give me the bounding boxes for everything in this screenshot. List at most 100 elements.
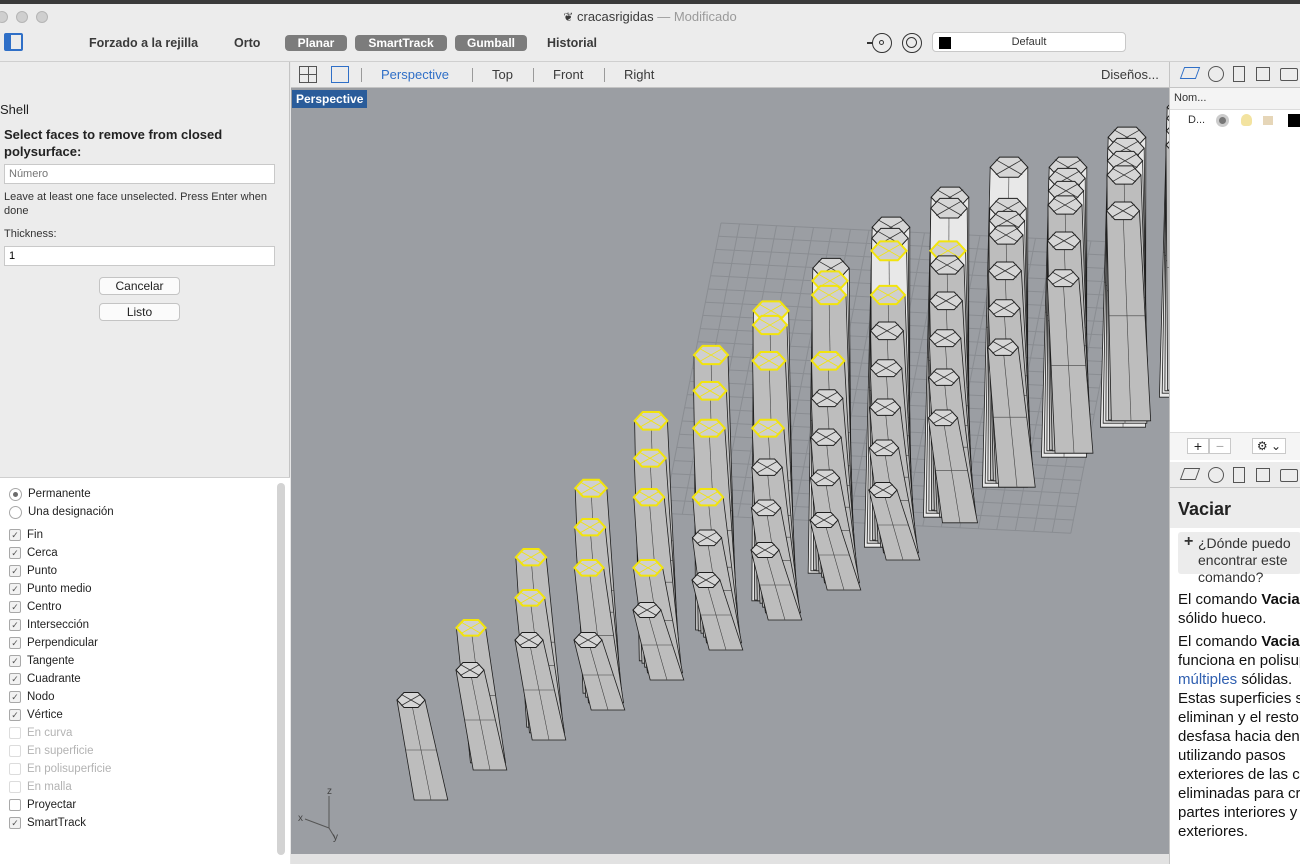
help-line: desfasa hacia dentro <box>1178 728 1300 745</box>
osnap-item[interactable]: ✓ Punto medio <box>9 581 92 597</box>
record-history-icon[interactable] <box>902 33 922 53</box>
checkbox-icon[interactable]: ✓ <box>9 691 21 703</box>
done-button[interactable]: Listo <box>99 303 180 321</box>
tab-perspective[interactable]: Perspective <box>381 67 449 82</box>
camera-icon[interactable] <box>1280 68 1298 81</box>
layouts-button[interactable]: Diseños... <box>1101 67 1159 82</box>
osnap-mode-label: Permanente <box>28 488 91 500</box>
osnap-item-label: Cuadrante <box>27 673 81 685</box>
model-canvas[interactable]: z x y <box>291 88 1169 854</box>
help-line: eliminadas para crear <box>1178 785 1300 802</box>
osnap-item[interactable]: ✓ Perpendicular <box>9 635 98 651</box>
radio-icon[interactable] <box>9 487 22 501</box>
layer-column-header[interactable]: Nom... <box>1170 88 1300 110</box>
osnap-item[interactable]: ✓ Vértice <box>9 707 63 723</box>
tab-front[interactable]: Front <box>553 67 583 82</box>
box-icon[interactable] <box>1256 67 1270 81</box>
z-axis-label: z <box>327 786 332 797</box>
sidebar-toggle-icon[interactable] <box>4 33 23 51</box>
checkbox-icon[interactable]: ✓ <box>9 583 21 595</box>
osnap-item[interactable]: ✓ Fin <box>9 527 43 543</box>
where-to-find-button[interactable]: + ¿Dónde puedo encontrar este comando? <box>1178 532 1300 585</box>
single-view-layout-icon[interactable] <box>331 66 349 83</box>
checkbox-icon[interactable]: ✓ <box>9 637 21 649</box>
osnap-item[interactable]: ✓ Nodo <box>9 689 55 705</box>
perspective-viewport[interactable]: z x y Perspective <box>291 88 1169 854</box>
gear-icon[interactable]: ⚙ ⌄ <box>1252 438 1286 454</box>
help-link[interactable]: múltiples <box>1178 671 1237 688</box>
help-line: sólido hueco. <box>1178 610 1267 627</box>
osnap-item[interactable]: ✓ SmartTrack <box>9 815 86 831</box>
osnap-item[interactable]: Proyectar <box>9 797 76 813</box>
cancel-button[interactable]: Cancelar <box>99 277 180 295</box>
y-axis-label: y <box>333 832 338 843</box>
radio-icon[interactable] <box>9 505 22 519</box>
four-view-layout-icon[interactable] <box>299 66 317 83</box>
number-input[interactable] <box>4 164 275 184</box>
box-icon[interactable] <box>1256 468 1270 482</box>
osnap-target-icon[interactable] <box>867 33 892 53</box>
checkbox-icon[interactable] <box>9 763 21 775</box>
layers-icon[interactable] <box>1179 468 1201 480</box>
osnap-item-label: Tangente <box>27 655 75 667</box>
tab-right[interactable]: Right <box>624 67 654 82</box>
checkbox-icon[interactable]: ✓ <box>9 817 21 829</box>
remove-layer-button[interactable]: − <box>1209 438 1231 454</box>
gumball-toggle[interactable]: Gumball <box>455 35 527 51</box>
checkbox-icon[interactable]: ✓ <box>9 565 21 577</box>
shell-model[interactable] <box>396 88 1169 801</box>
help-line: utilizando pasos <box>1178 747 1286 764</box>
osnap-mode-0[interactable]: Permanente <box>9 486 91 502</box>
checkbox-icon[interactable]: ✓ <box>9 619 21 631</box>
osnap-scrollbar[interactable] <box>277 483 285 855</box>
osnap-item[interactable]: ✓ Centro <box>9 599 62 615</box>
osnap-item[interactable]: ✓ Cuadrante <box>9 671 81 687</box>
checkbox-icon[interactable]: ✓ <box>9 529 21 541</box>
osnap-item[interactable]: ✓ Tangente <box>9 653 74 669</box>
camera-icon[interactable] <box>1280 469 1298 482</box>
display-icon[interactable] <box>1208 66 1224 82</box>
planar-toggle[interactable]: Planar <box>285 35 347 51</box>
thickness-input[interactable] <box>4 246 275 266</box>
lock-icon[interactable] <box>1263 116 1273 125</box>
status-bar <box>291 854 1300 864</box>
rhino-document-icon: ❦ <box>563 10 574 24</box>
help-line: Estas superficies se <box>1178 690 1300 707</box>
help-line: exteriores de las caras <box>1178 766 1300 783</box>
tab-top[interactable]: Top <box>492 67 513 82</box>
viewport-title[interactable]: Perspective <box>292 90 368 108</box>
osnap-item[interactable]: En malla <box>9 779 72 795</box>
document-icon[interactable] <box>1233 467 1245 483</box>
help-line: eliminan y el resto se <box>1178 709 1300 726</box>
osnap-item[interactable]: En polisuperficie <box>9 761 111 777</box>
grid-snap-toggle[interactable]: Forzado a la rejilla <box>89 36 198 50</box>
checkbox-icon[interactable]: ✓ <box>9 709 21 721</box>
checkbox-icon[interactable] <box>9 727 21 739</box>
osnap-mode-1[interactable]: Una designación <box>9 504 114 520</box>
osnap-item[interactable]: ✓ Cerca <box>9 545 58 561</box>
add-layer-button[interactable]: + <box>1187 438 1209 454</box>
osnap-item[interactable]: En superficie <box>9 743 93 759</box>
osnap-item[interactable]: En curva <box>9 725 72 741</box>
checkbox-icon[interactable] <box>9 781 21 793</box>
ortho-toggle[interactable]: Orto <box>234 36 260 50</box>
smarttrack-toggle[interactable]: SmartTrack <box>355 35 447 51</box>
osnap-item[interactable]: ✓ Intersección <box>9 617 89 633</box>
display-icon[interactable] <box>1208 467 1224 483</box>
checkbox-icon[interactable]: ✓ <box>9 673 21 685</box>
help-line: funciona en polisuperficies <box>1178 652 1300 669</box>
layers-icon[interactable] <box>1179 67 1201 79</box>
history-toggle[interactable]: Historial <box>547 36 597 50</box>
checkbox-icon[interactable]: ✓ <box>9 547 21 559</box>
current-layer-dropdown[interactable]: Default <box>932 32 1126 52</box>
checkbox-icon[interactable] <box>9 745 21 757</box>
layer-row[interactable]: D... <box>1170 111 1300 131</box>
layer-color-icon[interactable] <box>1288 114 1300 127</box>
osnap-item[interactable]: ✓ Punto <box>9 563 57 579</box>
osnap-panel: Permanente Una designación ✓ Fin ✓ Cerca ✓ Punt… <box>0 477 290 864</box>
lightbulb-icon[interactable] <box>1241 114 1252 126</box>
checkbox-icon[interactable]: ✓ <box>9 601 21 613</box>
checkbox-icon[interactable] <box>9 799 21 811</box>
checkbox-icon[interactable]: ✓ <box>9 655 21 667</box>
document-icon[interactable] <box>1233 66 1245 82</box>
